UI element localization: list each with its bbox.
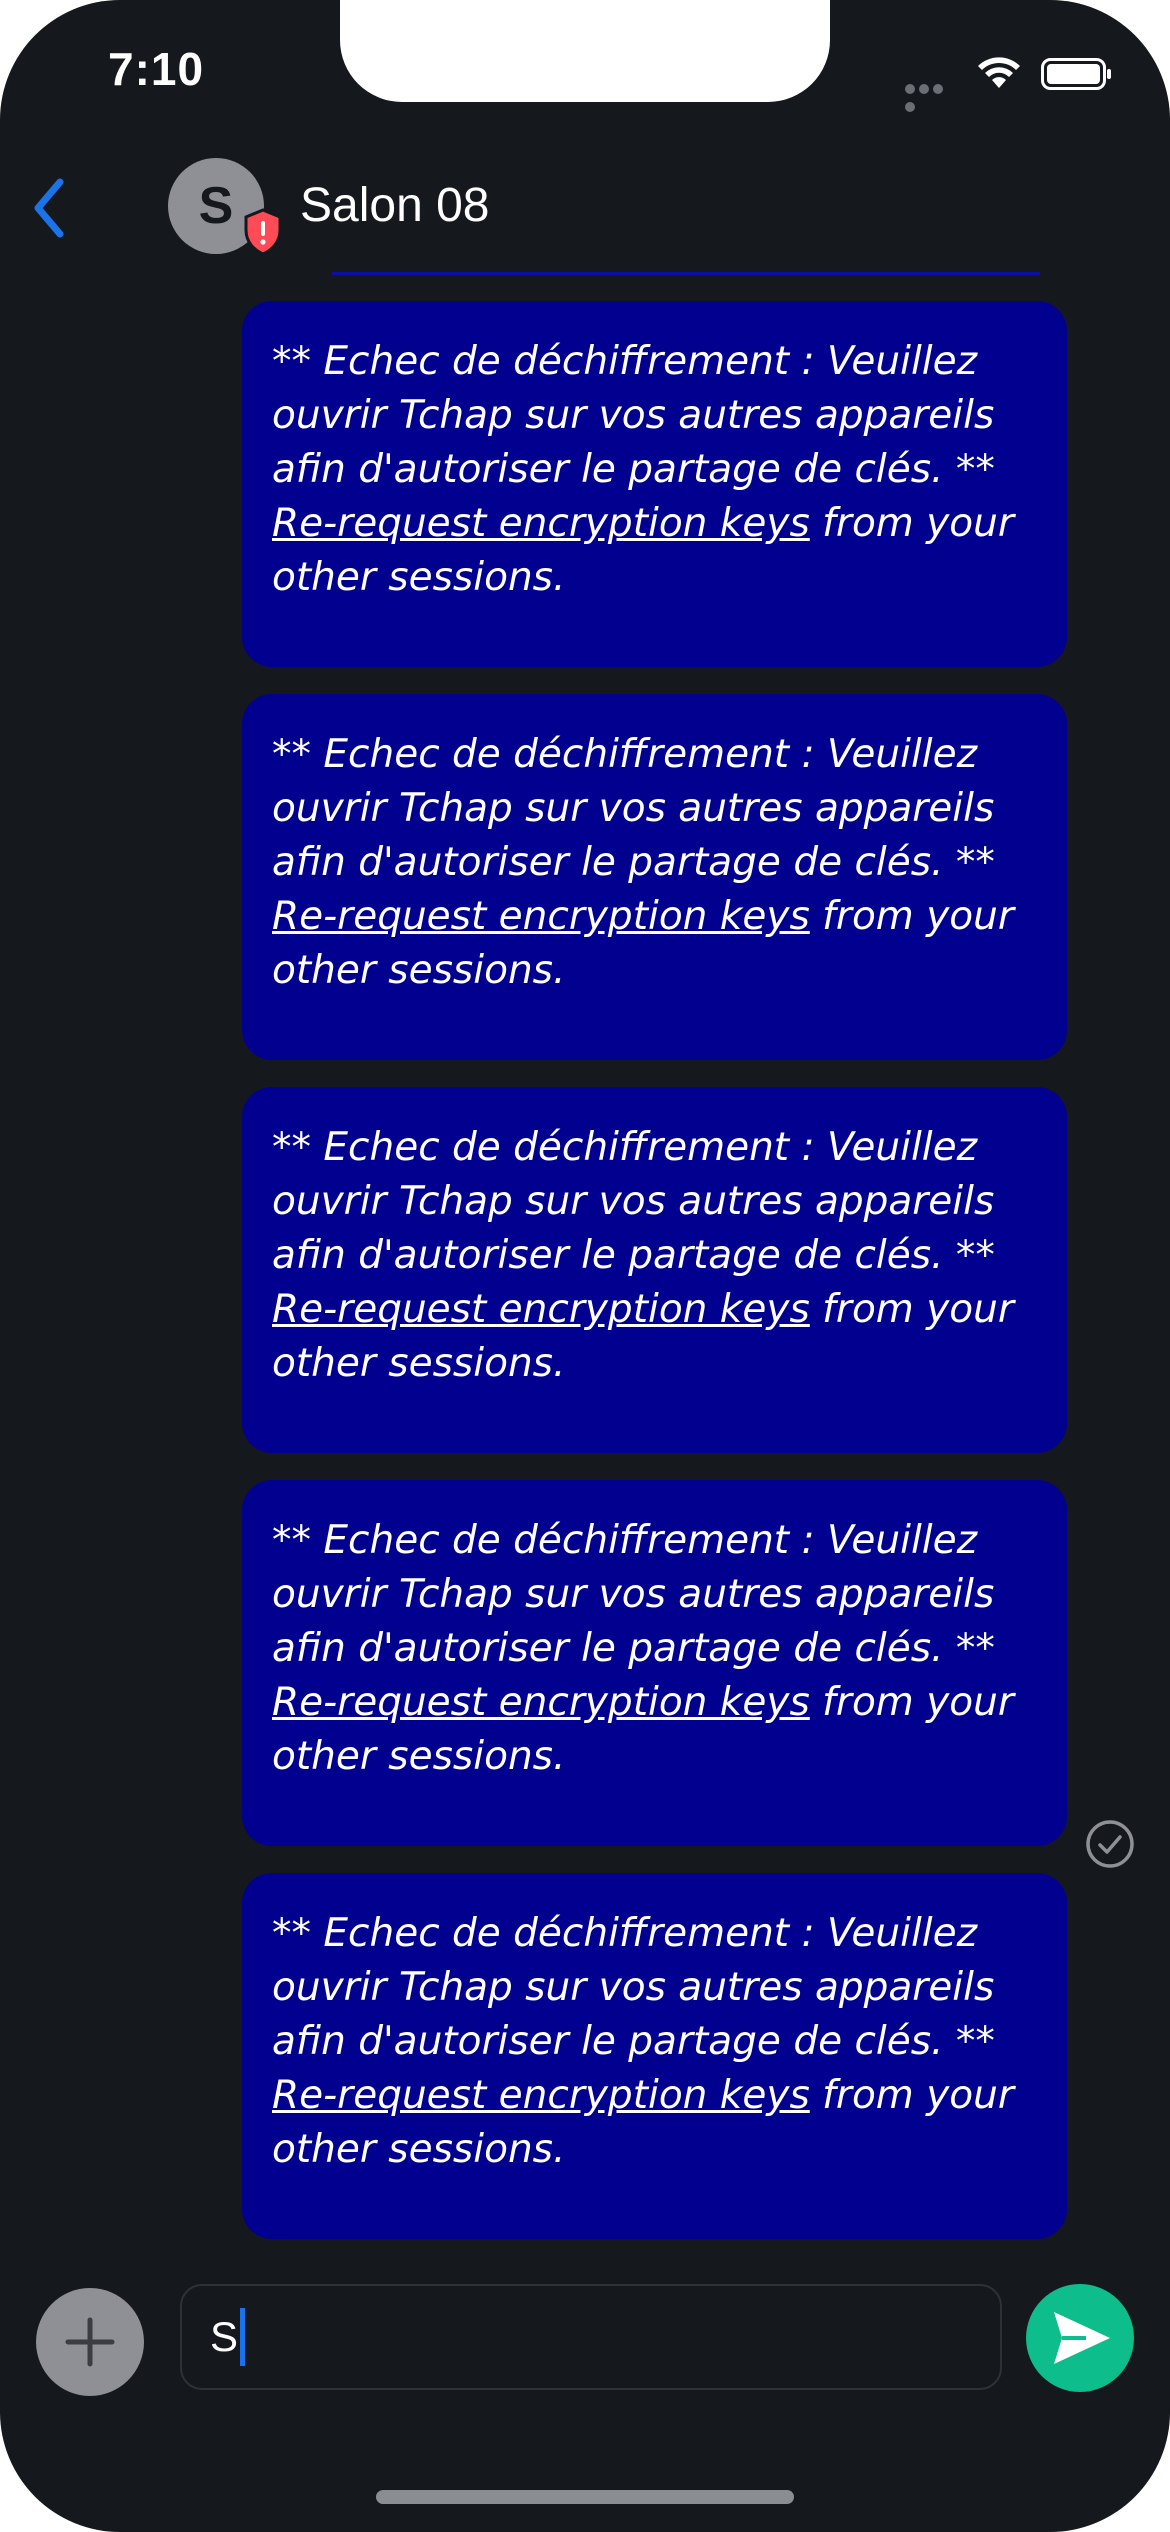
rerequest-keys-link[interactable]: Re-request encryption keys xyxy=(272,1287,810,1332)
header-divider xyxy=(332,272,1040,275)
message-text: ** Echec de déchiffrement : Veuillez ouv… xyxy=(272,1907,1037,2177)
message-composer: S xyxy=(0,2270,1170,2410)
phone-screen: 7:10 S Salon 08 ** Echec de déchiffremen… xyxy=(0,0,1170,2532)
decryption-error-text: ** Echec de déchiffrement : Veuillez ouv… xyxy=(272,1518,995,1671)
rerequest-keys-link[interactable]: Re-request encryption keys xyxy=(272,894,810,939)
rerequest-keys-link[interactable]: Re-request encryption keys xyxy=(272,1680,810,1725)
send-button[interactable] xyxy=(1026,2284,1134,2392)
wifi-icon xyxy=(978,57,1020,88)
home-indicator[interactable] xyxy=(376,2490,794,2504)
message-input[interactable]: S xyxy=(180,2284,1002,2390)
room-title[interactable]: Salon 08 xyxy=(300,178,490,233)
status-bar: 7:10 xyxy=(0,0,1170,140)
decryption-error-text: ** Echec de déchiffrement : Veuillez ouv… xyxy=(272,339,995,492)
send-icon xyxy=(1054,2312,1110,2364)
message-bubble[interactable]: ** Echec de déchiffrement : Veuillez ouv… xyxy=(242,694,1067,1060)
plus-icon xyxy=(65,2317,115,2367)
cellular-signal-icon xyxy=(905,81,959,112)
device-notch xyxy=(340,0,830,102)
message-bubble[interactable]: ** Echec de déchiffrement : Veuillez ouv… xyxy=(242,1480,1067,1846)
battery-icon xyxy=(1041,58,1111,90)
message-text: ** Echec de déchiffrement : Veuillez ouv… xyxy=(272,1121,1037,1391)
decryption-error-text: ** Echec de déchiffrement : Veuillez ouv… xyxy=(272,1125,995,1278)
message-bubble[interactable]: ** Echec de déchiffrement : Veuillez ouv… xyxy=(242,1873,1067,2239)
message-timeline[interactable]: ** Echec de déchiffrement : Veuillez ouv… xyxy=(0,290,1170,2240)
check-circle-icon xyxy=(1086,1820,1134,1868)
decryption-error-text: ** Echec de déchiffrement : Veuillez ouv… xyxy=(272,1911,995,2064)
message-bubble[interactable]: ** Echec de déchiffrement : Veuillez ouv… xyxy=(242,1087,1067,1453)
message-input-value: S xyxy=(210,2313,239,2360)
message-bubble[interactable]: ** Echec de déchiffrement : Veuillez ouv… xyxy=(242,301,1067,667)
message-text: ** Echec de déchiffrement : Veuillez ouv… xyxy=(272,1514,1037,1784)
status-time: 7:10 xyxy=(108,43,205,95)
message-text: ** Echec de déchiffrement : Veuillez ouv… xyxy=(272,728,1037,998)
decryption-error-text: ** Echec de déchiffrement : Veuillez ouv… xyxy=(272,732,995,885)
shield-warning-icon xyxy=(244,208,282,256)
back-chevron-icon[interactable] xyxy=(20,168,80,248)
room-header: S Salon 08 xyxy=(0,150,1170,270)
message-text: ** Echec de déchiffrement : Veuillez ouv… xyxy=(272,335,1037,605)
attach-button[interactable] xyxy=(36,2288,144,2396)
rerequest-keys-link[interactable]: Re-request encryption keys xyxy=(272,501,810,546)
text-caret xyxy=(240,2308,246,2366)
rerequest-keys-link[interactable]: Re-request encryption keys xyxy=(272,2073,810,2118)
